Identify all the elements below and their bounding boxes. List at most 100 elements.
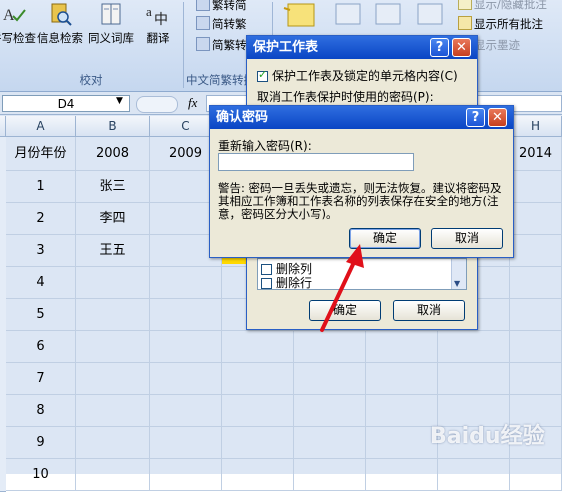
- cell-b[interactable]: [76, 299, 150, 331]
- cell-c[interactable]: [150, 427, 222, 459]
- ribbon-separator: [183, 2, 184, 88]
- cell-h[interactable]: 2014: [510, 137, 562, 171]
- cell-g[interactable]: [438, 363, 510, 395]
- cell-c[interactable]: [150, 363, 222, 395]
- list-scrollbar[interactable]: ▼: [451, 259, 466, 289]
- to-traditional-button[interactable]: 简转繁: [196, 16, 247, 32]
- spell-check-button[interactable]: A 拼写检查: [0, 0, 36, 68]
- cell-f[interactable]: [366, 459, 438, 491]
- cell-g[interactable]: [438, 331, 510, 363]
- cell-b[interactable]: [76, 427, 150, 459]
- baidu-watermark: Baidu经验: [430, 424, 545, 449]
- show-hide-comment-button[interactable]: 显示/隐藏批注: [458, 0, 547, 12]
- cell-f[interactable]: [366, 331, 438, 363]
- unprotect-password-label: 取消工作表保护时使用的密码(P):: [257, 90, 434, 104]
- cell-h[interactable]: [510, 299, 562, 331]
- to-simplified-button[interactable]: 繁转简: [196, 0, 247, 13]
- cell-a[interactable]: 8: [6, 395, 76, 427]
- cell-b[interactable]: 王五: [76, 235, 150, 267]
- new-comment-icon[interactable]: [282, 2, 322, 30]
- cell-d[interactable]: [222, 427, 294, 459]
- reenter-password-label: 重新输入密码(R):: [218, 139, 312, 153]
- cell-c[interactable]: [150, 395, 222, 427]
- selected-cell-highlight: [222, 258, 246, 264]
- cell-h[interactable]: [510, 203, 562, 235]
- protect-cancel-button[interactable]: 取消: [393, 300, 465, 321]
- formula-bar-handle[interactable]: [136, 96, 178, 113]
- list-item[interactable]: 删除行: [261, 274, 312, 291]
- list-item-checkbox[interactable]: [261, 278, 272, 289]
- cell-b[interactable]: 张三: [76, 171, 150, 203]
- cell-b[interactable]: [76, 331, 150, 363]
- reenter-password-input[interactable]: [218, 153, 414, 171]
- scroll-down-icon[interactable]: ▼: [454, 279, 460, 288]
- name-box-dropdown-icon[interactable]: ▼: [116, 96, 123, 106]
- cell-a[interactable]: 2: [6, 203, 76, 235]
- comments-icon: [458, 16, 472, 30]
- cell-b[interactable]: [76, 363, 150, 395]
- cell-d[interactable]: [222, 459, 294, 491]
- cell-h[interactable]: [510, 171, 562, 203]
- cell-h[interactable]: [510, 267, 562, 299]
- cell-b[interactable]: [76, 395, 150, 427]
- translate-label: 翻译: [146, 31, 170, 45]
- show-all-comments-label: 显示所有批注: [474, 17, 543, 31]
- show-all-comments-button[interactable]: 显示所有批注: [458, 16, 543, 32]
- convert-icon: [196, 37, 210, 51]
- cell-a[interactable]: 10: [6, 459, 76, 491]
- column-header-a[interactable]: A: [6, 116, 76, 137]
- cell-a[interactable]: 5: [6, 299, 76, 331]
- help-icon[interactable]: ?: [466, 108, 485, 127]
- translate-button[interactable]: a中 翻译: [138, 0, 178, 68]
- cell-a[interactable]: 9: [6, 427, 76, 459]
- close-icon[interactable]: ✕: [452, 38, 471, 57]
- close-icon[interactable]: ✕: [488, 108, 507, 127]
- cell-b[interactable]: 李四: [76, 203, 150, 235]
- cell-d[interactable]: [222, 395, 294, 427]
- research-button[interactable]: 信息检索: [35, 0, 85, 68]
- convert-icon: [196, 16, 210, 30]
- cell-e[interactable]: [294, 459, 366, 491]
- cell-e[interactable]: [294, 427, 366, 459]
- cell-d[interactable]: [222, 363, 294, 395]
- cell-b[interactable]: 2008: [76, 137, 150, 171]
- cell-e[interactable]: [294, 363, 366, 395]
- cell-f[interactable]: [366, 395, 438, 427]
- column-header-b[interactable]: B: [76, 116, 150, 137]
- cell-c[interactable]: [150, 299, 222, 331]
- cell-f[interactable]: [366, 363, 438, 395]
- cell-a[interactable]: 3: [6, 235, 76, 267]
- cell-f[interactable]: [366, 427, 438, 459]
- thesaurus-button[interactable]: 同义词库: [86, 0, 136, 68]
- thesaurus-label: 同义词库: [88, 31, 134, 45]
- comment-nav-icons[interactable]: [332, 2, 452, 30]
- cell-g[interactable]: [438, 459, 510, 491]
- list-item-label: 删除行: [276, 276, 313, 290]
- cell-d[interactable]: [222, 331, 294, 363]
- cell-c[interactable]: [150, 331, 222, 363]
- cell-a[interactable]: 7: [6, 363, 76, 395]
- protect-sheet-checkbox-row[interactable]: 保护工作表及锁定的单元格内容(C): [257, 67, 458, 84]
- cell-a[interactable]: 月份年份: [6, 137, 76, 171]
- fx-icon[interactable]: fx: [188, 95, 197, 111]
- cell-c[interactable]: [150, 459, 222, 491]
- cell-h[interactable]: [510, 235, 562, 267]
- column-header-h[interactable]: H: [510, 116, 562, 137]
- cell-b[interactable]: [76, 459, 150, 491]
- cell-e[interactable]: [294, 395, 366, 427]
- cell-a[interactable]: 6: [6, 331, 76, 363]
- name-box[interactable]: D4: [2, 95, 130, 112]
- cell-h[interactable]: [510, 331, 562, 363]
- confirm-cancel-button[interactable]: 取消: [431, 228, 503, 249]
- cell-h[interactable]: [510, 363, 562, 395]
- cell-a[interactable]: 4: [6, 267, 76, 299]
- cell-b[interactable]: [76, 267, 150, 299]
- cell-c[interactable]: [150, 267, 222, 299]
- to-traditional-label: 简转繁: [212, 17, 247, 31]
- spell-check-label: 拼写检查: [0, 31, 36, 45]
- protect-sheet-checkbox[interactable]: [257, 68, 268, 82]
- cell-a[interactable]: 1: [6, 171, 76, 203]
- cell-h[interactable]: [510, 459, 562, 491]
- help-icon[interactable]: ?: [430, 38, 449, 57]
- research-book-icon: [51, 3, 72, 26]
